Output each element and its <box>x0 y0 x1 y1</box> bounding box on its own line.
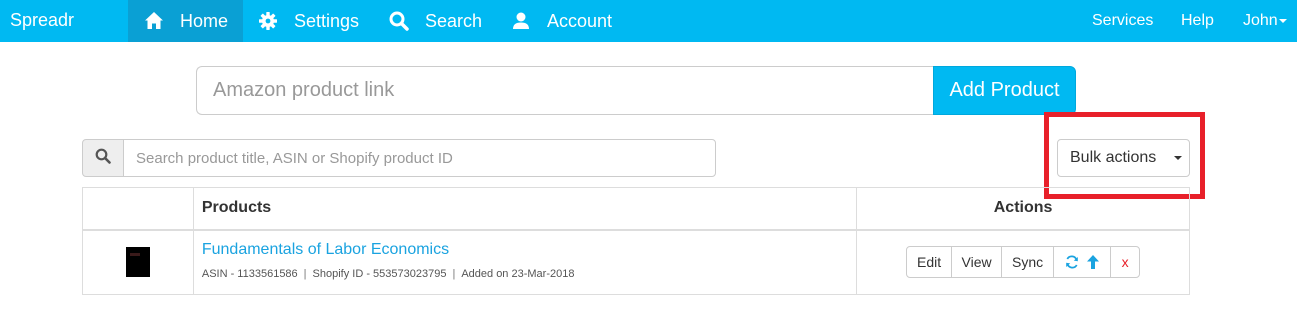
nav-account[interactable]: Account <box>511 0 612 42</box>
view-button[interactable]: View <box>951 246 1003 279</box>
add-product-button[interactable]: Add Product <box>933 66 1076 115</box>
nav-home-label: Home <box>180 10 229 31</box>
header-actions: Actions <box>856 187 1190 231</box>
brand-logo[interactable]: Spreadr <box>10 10 74 30</box>
nav-services[interactable]: Services <box>1092 11 1153 31</box>
table-row: Fundamentals of Labor Economics ASIN - 1… <box>82 229 1190 295</box>
upload-arrow-icon <box>1087 255 1100 270</box>
chevron-down-icon <box>1278 18 1287 23</box>
meta-separator: | <box>303 267 307 280</box>
user-menu-label: John <box>1243 12 1278 29</box>
nav-account-label: Account <box>547 10 613 31</box>
nav-help[interactable]: Help <box>1181 11 1214 31</box>
user-menu[interactable]: John <box>1243 11 1287 31</box>
nav-search-label: Search <box>425 10 483 31</box>
action-button-group: Edit View Sync x <box>857 246 1189 279</box>
nav-settings-label: Settings <box>294 10 360 31</box>
product-asin: ASIN - 1133561586 <box>201 267 298 280</box>
header-image <box>82 187 194 231</box>
gear-icon <box>258 11 278 31</box>
product-actions-cell: Edit View Sync x <box>856 229 1190 295</box>
home-icon <box>144 11 164 31</box>
meta-separator: | <box>452 267 456 280</box>
search-icon <box>389 11 409 31</box>
product-added-date: Added on 23-Mar-2018 <box>461 267 575 280</box>
edit-button[interactable]: Edit <box>906 246 953 279</box>
user-icon <box>511 11 531 31</box>
product-thumbnail <box>125 247 150 278</box>
product-image-cell <box>82 229 194 295</box>
top-navbar: Spreadr Home Settings Search Account Ser… <box>0 0 1297 42</box>
product-search-input[interactable] <box>123 139 716 177</box>
amazon-link-input[interactable] <box>196 66 933 115</box>
highlight-annotation <box>1044 112 1205 199</box>
refresh-icon <box>1065 255 1079 269</box>
sync-button[interactable]: Sync <box>1001 246 1055 279</box>
refresh-upload-button[interactable] <box>1053 246 1112 279</box>
header-products: Products <box>192 187 858 231</box>
delete-button[interactable]: x <box>1110 246 1141 279</box>
nav-home[interactable]: Home <box>128 0 243 42</box>
nav-search[interactable]: Search <box>389 0 482 42</box>
product-meta: ASIN - 1133561586 | Shopify ID - 5535730… <box>202 268 856 280</box>
search-icon <box>95 148 111 169</box>
product-info-cell: Fundamentals of Labor Economics ASIN - 1… <box>192 229 858 295</box>
product-title-link[interactable]: Fundamentals of Labor Economics <box>202 241 856 259</box>
table-header-row: Products Actions <box>82 187 1190 231</box>
search-addon <box>82 139 124 177</box>
products-table: Products Actions Fundamentals of Labor E… <box>82 187 1190 295</box>
product-shopify-id: Shopify ID - 553573023795 <box>312 267 447 280</box>
nav-settings[interactable]: Settings <box>258 0 359 42</box>
